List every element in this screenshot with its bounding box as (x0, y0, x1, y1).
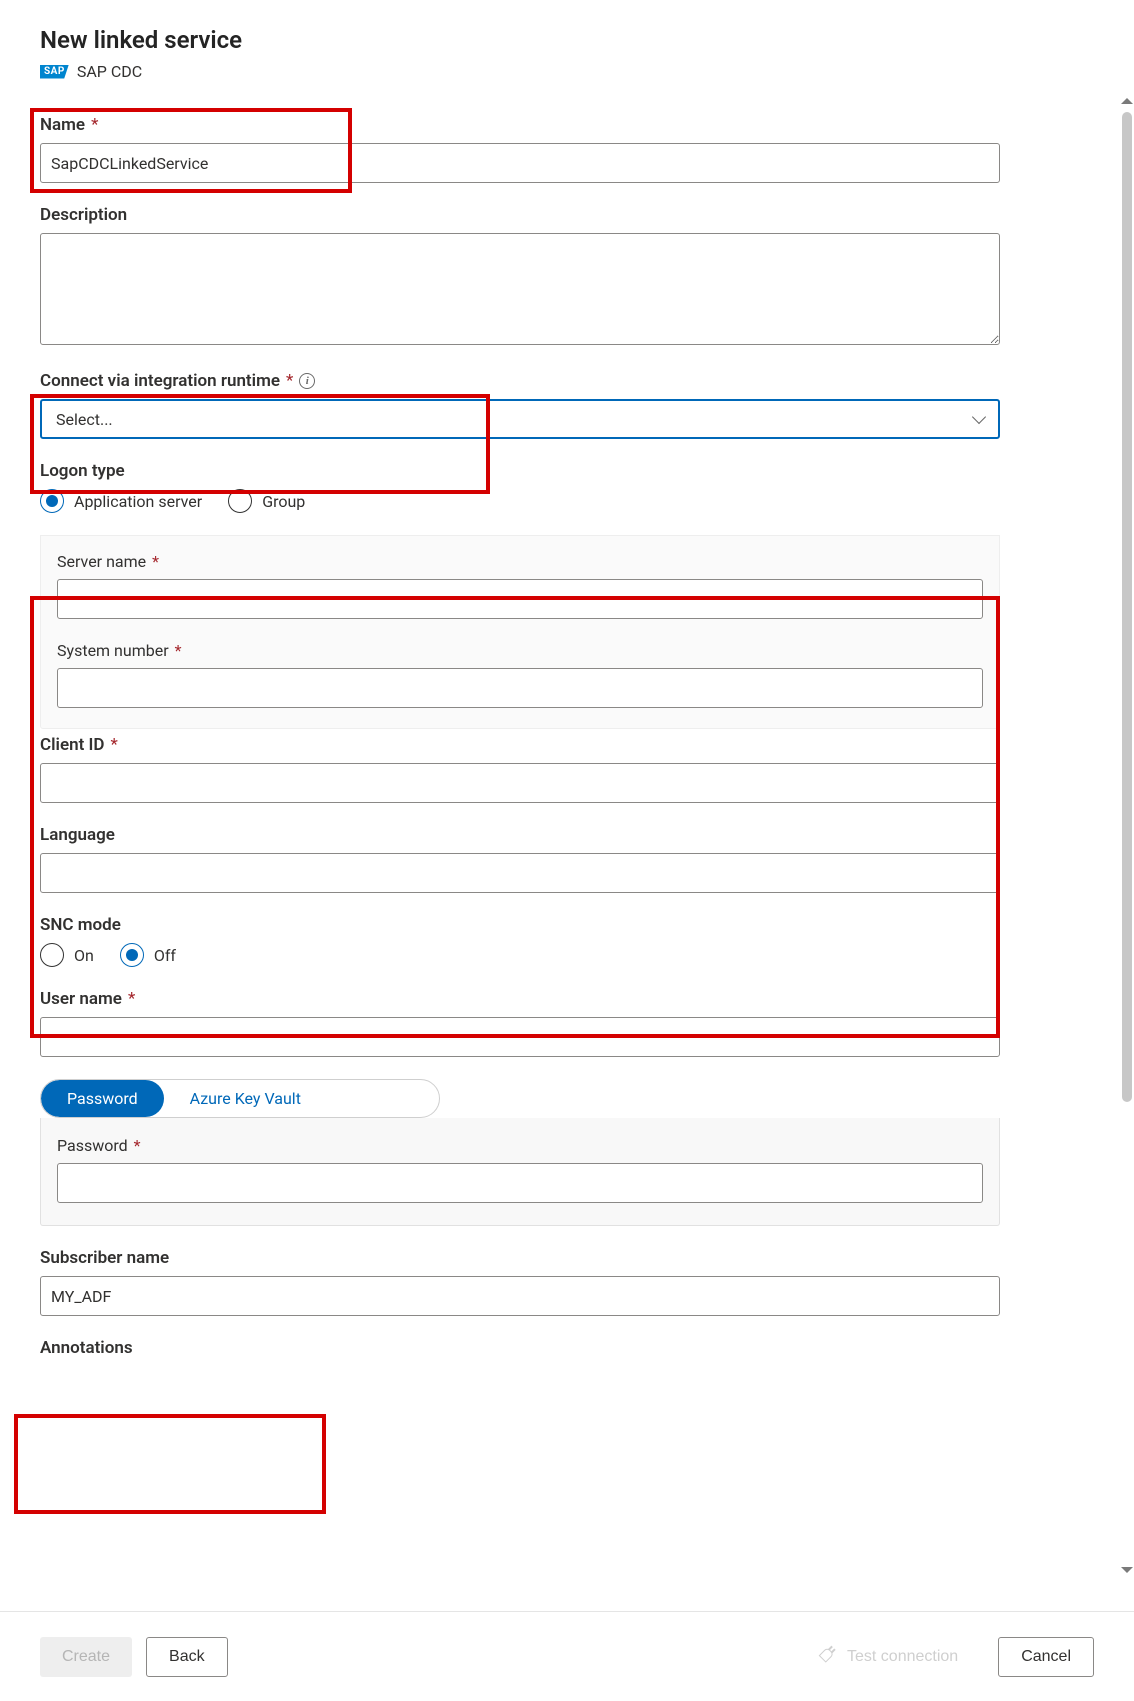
page-title: New linked service (40, 26, 1095, 54)
snc-mode-block: SNC mode On Off (40, 915, 1000, 967)
username-field-block: User name * (40, 989, 1000, 1057)
description-field-block: Description (40, 205, 1000, 349)
required-indicator: * (128, 989, 135, 1009)
radio-snc-off[interactable] (120, 943, 144, 967)
required-indicator: * (286, 371, 293, 391)
annotations-label: Annotations (40, 1338, 133, 1358)
pill-azure-key-vault[interactable]: Azure Key Vault (164, 1080, 327, 1117)
test-connection-button[interactable]: Test connection (799, 1637, 980, 1677)
required-indicator: * (175, 641, 182, 660)
create-button[interactable]: Create (40, 1637, 132, 1677)
client-id-input[interactable] (40, 763, 1000, 803)
subscriber-input[interactable] (40, 1276, 1000, 1316)
server-name-input[interactable] (57, 579, 983, 619)
chevron-down-icon (972, 410, 986, 424)
required-indicator: * (134, 1136, 141, 1155)
server-name-label: Server name (57, 552, 146, 571)
pill-password[interactable]: Password (41, 1080, 164, 1117)
username-label: User name (40, 989, 122, 1009)
info-icon[interactable]: i (299, 373, 315, 389)
language-input[interactable] (40, 853, 1000, 893)
radio-off-label: Off (154, 946, 176, 965)
client-id-field-block: Client ID * (40, 735, 1000, 803)
annotations-block: Annotations (40, 1338, 1000, 1358)
radio-snc-on[interactable] (40, 943, 64, 967)
plug-icon (817, 1644, 842, 1669)
radio-application-server[interactable] (40, 489, 64, 513)
required-indicator: * (152, 552, 159, 571)
username-input[interactable] (40, 1017, 1000, 1057)
required-indicator: * (111, 735, 118, 755)
name-field-block: Name * (40, 115, 1000, 183)
required-indicator: * (91, 115, 98, 135)
language-label: Language (40, 825, 115, 845)
back-button[interactable]: Back (146, 1637, 228, 1677)
scroll-up-icon[interactable] (1121, 98, 1133, 104)
system-number-input[interactable] (57, 668, 983, 708)
radio-group-label: Group (262, 492, 305, 511)
runtime-select-value: Select... (56, 410, 113, 429)
scroll-down-icon[interactable] (1121, 1567, 1133, 1573)
password-input[interactable] (57, 1163, 983, 1203)
scrollbar-track[interactable] (1122, 98, 1132, 1573)
service-type-label: SAP CDC (77, 62, 142, 81)
radio-group[interactable] (228, 489, 252, 513)
radio-on-label: On (74, 946, 94, 965)
sap-icon: SAP (40, 65, 69, 79)
server-subbox: Server name * System number * (40, 535, 1000, 729)
service-type-row: SAP SAP CDC (40, 62, 1095, 81)
footer-bar: Create Back Test connection Cancel (0, 1611, 1134, 1701)
password-label: Password (57, 1136, 128, 1155)
subscriber-field-block: Subscriber name (40, 1248, 1000, 1316)
runtime-field-block: Connect via integration runtime * i Sele… (40, 371, 1000, 439)
logon-type-block: Logon type Application server Group (40, 461, 1000, 513)
password-subbox: Password * (40, 1118, 1000, 1226)
runtime-label: Connect via integration runtime (40, 371, 280, 391)
auth-type-pills: Password Azure Key Vault (40, 1079, 440, 1118)
name-input[interactable] (40, 143, 1000, 183)
test-connection-label: Test connection (847, 1648, 958, 1666)
runtime-select[interactable]: Select... (40, 399, 1000, 439)
description-input[interactable] (40, 233, 1000, 345)
scrollbar-thumb[interactable] (1122, 112, 1132, 1102)
snc-mode-label: SNC mode (40, 915, 121, 935)
description-label: Description (40, 205, 127, 225)
logon-type-label: Logon type (40, 461, 125, 481)
radio-app-server-label: Application server (74, 492, 202, 511)
system-number-label: System number (57, 641, 169, 660)
subscriber-label: Subscriber name (40, 1248, 169, 1268)
cancel-button[interactable]: Cancel (998, 1637, 1094, 1677)
linked-service-form: New linked service SAP SAP CDC Name * De… (0, 0, 1095, 1573)
name-label: Name (40, 115, 85, 135)
client-id-label: Client ID (40, 735, 105, 755)
language-field-block: Language (40, 825, 1000, 893)
